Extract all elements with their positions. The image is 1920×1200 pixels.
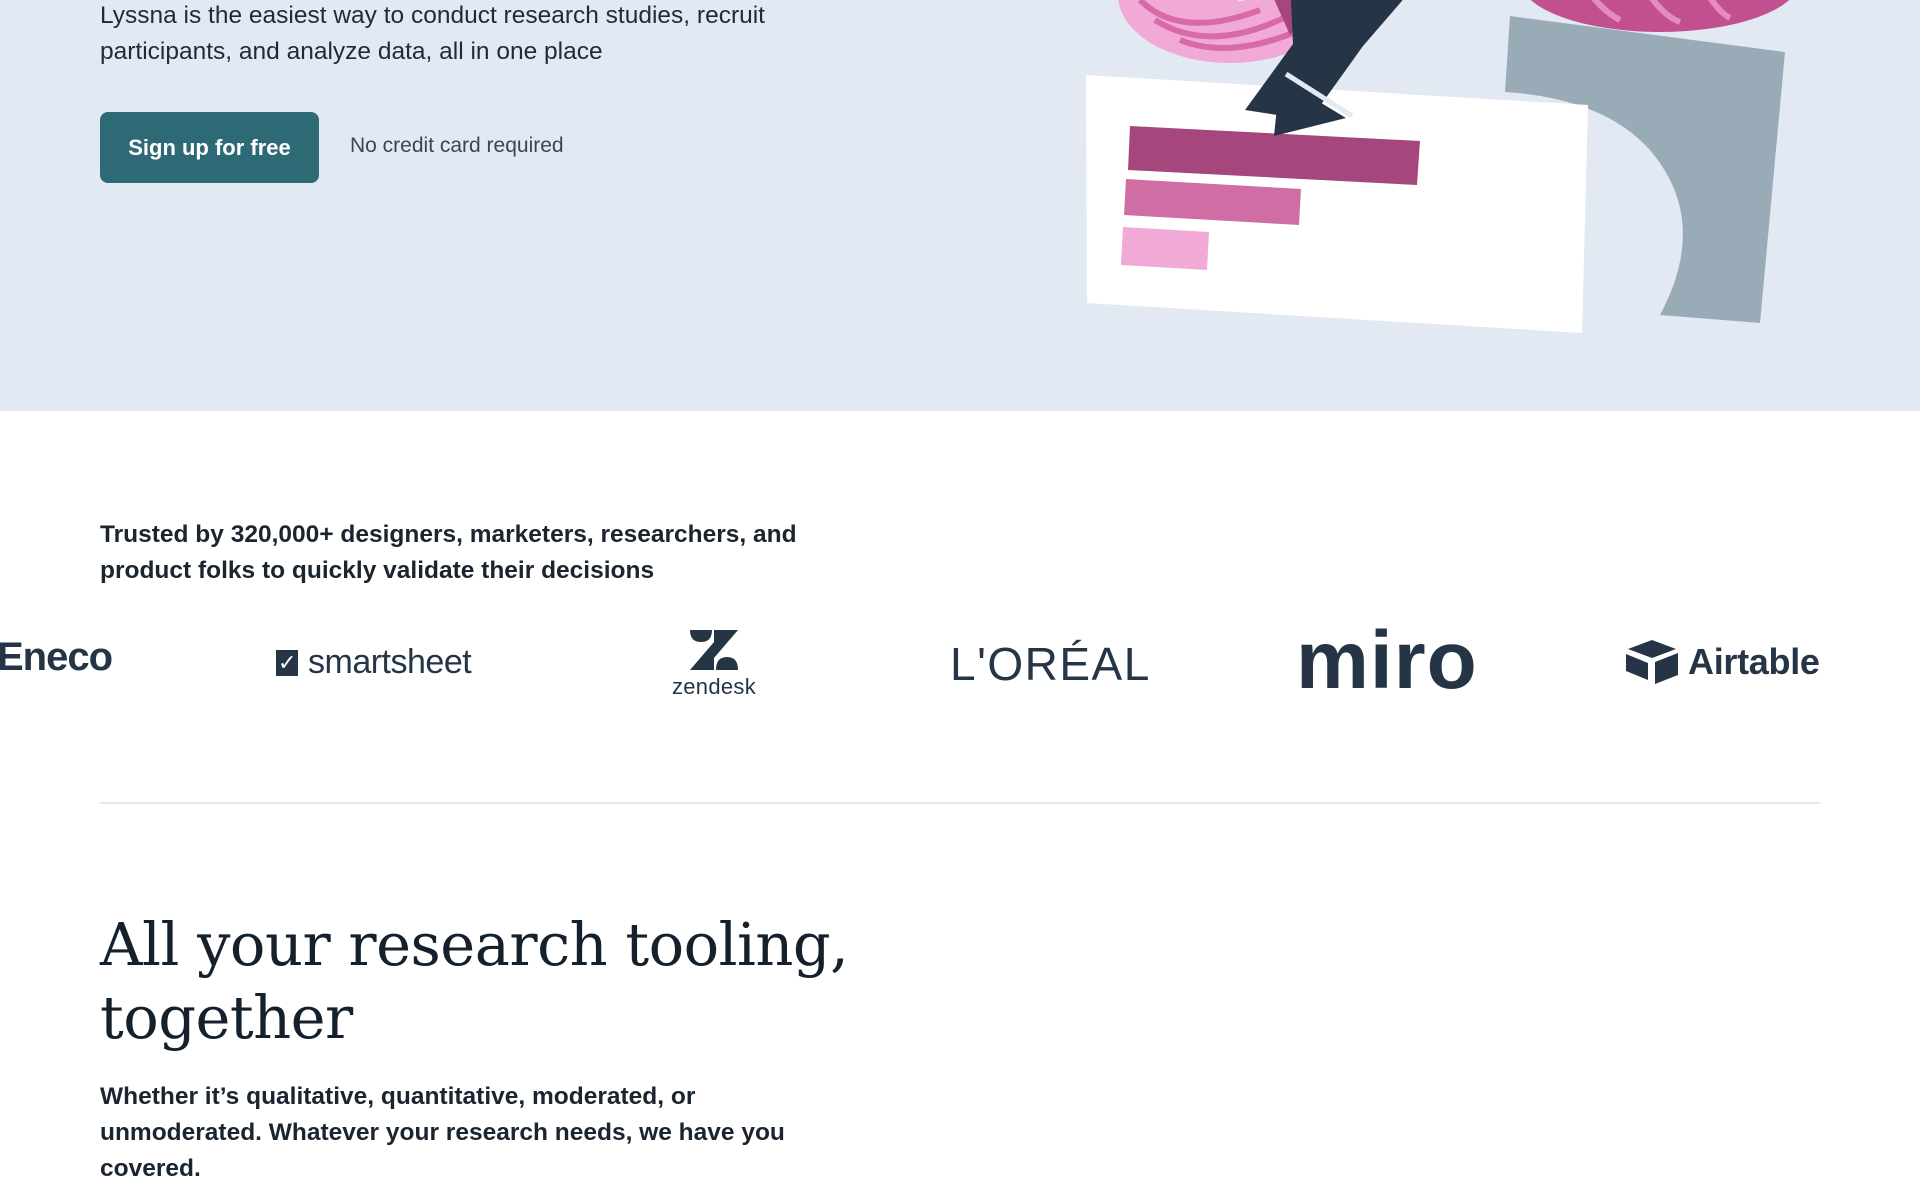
airtable-box-icon [1626, 640, 1678, 684]
smartsheet-check-icon: ✓ [276, 649, 298, 676]
section-title: All your research tooling, together [100, 910, 849, 1052]
section-description: Whether it’s qualitative, quantitative, … [100, 1083, 785, 1182]
zendesk-logo-text: zendesk [671, 674, 757, 699]
eneco-logo: Eneco [0, 635, 113, 680]
zendesk-logo: zendesk [668, 630, 760, 700]
hero-illustration [1086, 0, 1790, 333]
cta-note: No credit card required [350, 134, 564, 157]
trusted-by-text: Trusted by 320,000+ designers, marketers… [100, 521, 797, 584]
airtable-logo-text: Airtable [1688, 641, 1820, 682]
miro-logo: miro [1296, 616, 1478, 706]
loreal-logo: L'ORÉAL [950, 637, 1151, 691]
eneco-logo-text: Eneco [0, 635, 113, 679]
zendesk-mark-icon [690, 630, 738, 670]
loreal-logo-text: L'ORÉAL [950, 638, 1151, 690]
section-divider [100, 802, 1820, 804]
airtable-logo: Airtable [1626, 640, 1820, 684]
smartsheet-logo: ✓ smartsheet [276, 643, 472, 682]
miro-logo-text: miro [1296, 615, 1478, 706]
hero-description: Lyssna is the easiest way to conduct res… [100, 2, 765, 65]
smartsheet-logo-text: smartsheet [308, 643, 472, 681]
hero-section: Lyssna is the easiest way to conduct res… [0, 0, 1920, 411]
sign-up-button[interactable]: Sign up for free [100, 112, 319, 183]
